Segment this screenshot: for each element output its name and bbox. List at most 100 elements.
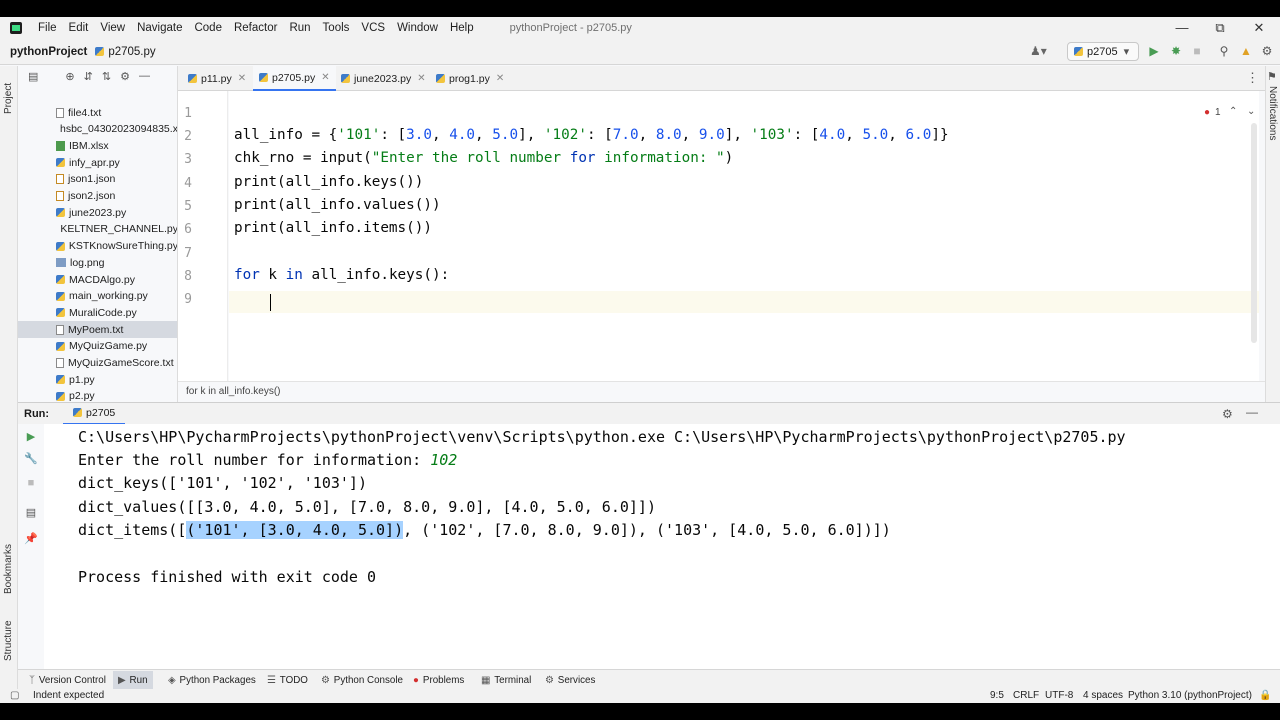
tool-services[interactable]: ⚙ Services: [540, 671, 600, 689]
menu-window[interactable]: Window: [391, 17, 444, 39]
search-icon[interactable]: ⚲: [1216, 43, 1232, 59]
tree-item[interactable]: MyQuizGameScore.txt: [18, 355, 177, 372]
tree-item[interactable]: log.png: [18, 254, 177, 271]
rerun-icon[interactable]: ▶: [24, 430, 38, 444]
collapse-all-icon[interactable]: ⇅: [102, 70, 111, 83]
menu-vcs[interactable]: VCS: [355, 17, 391, 39]
tree-item[interactable]: p2.py: [18, 388, 177, 402]
update-icon[interactable]: ▲: [1238, 43, 1254, 59]
file-encoding[interactable]: UTF-8: [1045, 689, 1073, 703]
tree-item[interactable]: IBM.xlsx: [18, 137, 177, 154]
tree-item[interactable]: MACDAlgo.py: [18, 271, 177, 288]
caret-position[interactable]: 9:5: [990, 689, 1004, 703]
stop-icon[interactable]: ■: [1189, 43, 1205, 59]
menu-file[interactable]: File: [32, 17, 63, 39]
tab-prog1[interactable]: prog1.py ✕: [430, 66, 510, 91]
menu-run[interactable]: Run: [283, 17, 316, 39]
tool-python-packages[interactable]: ◈ Python Packages: [163, 671, 261, 689]
branch-icon: ᛉ: [29, 674, 35, 686]
menu-navigate[interactable]: Navigate: [131, 17, 188, 39]
tree-item[interactable]: june2023.py: [18, 204, 177, 221]
layout-icon[interactable]: ▤: [24, 506, 38, 520]
menu-view[interactable]: View: [94, 17, 131, 39]
debug-icon[interactable]: ✸: [1168, 43, 1184, 59]
window-icon[interactable]: ▢: [10, 689, 19, 703]
wrench-icon[interactable]: 🔧: [24, 452, 38, 466]
editor-scrollbar[interactable]: [1251, 123, 1257, 343]
breadcrumb-file[interactable]: p2705.py: [95, 46, 156, 58]
tree-item[interactable]: file4.txt: [18, 104, 177, 121]
menu-help[interactable]: Help: [444, 17, 480, 39]
close-tab-icon[interactable]: ✕: [417, 73, 425, 84]
more-tabs-icon[interactable]: ⋮: [1246, 70, 1259, 86]
run-console[interactable]: C:\Users\HP\PycharmProjects\pythonProjec…: [44, 424, 1280, 674]
problems-count[interactable]: 1: [1215, 107, 1221, 118]
hide-panel-icon[interactable]: —: [1246, 405, 1258, 419]
minimize-icon[interactable]: —: [1163, 17, 1201, 39]
tab-p2705[interactable]: p2705.py ✕: [253, 66, 336, 91]
notifications-tool-tab[interactable]: Notifications: [1267, 86, 1278, 140]
tree-item[interactable]: main_working.py: [18, 288, 177, 305]
close-icon[interactable]: ✕: [1240, 17, 1278, 39]
tab-label: p2705.py: [272, 71, 316, 84]
tree-item[interactable]: MuraliCode.py: [18, 304, 177, 321]
menu-tools[interactable]: Tools: [317, 17, 356, 39]
run-tab-label: p2705: [86, 406, 116, 419]
hide-icon[interactable]: —: [139, 70, 150, 82]
error-icon[interactable]: ●: [1204, 107, 1210, 118]
structure-tool-tab[interactable]: Structure: [3, 620, 14, 661]
tree-item[interactable]: KSTKnowSureThing.py: [18, 238, 177, 255]
tool-terminal[interactable]: ▦ Terminal: [476, 671, 536, 689]
tree-item[interactable]: json2.json: [18, 188, 177, 205]
tool-run[interactable]: ▶ Run: [113, 671, 153, 689]
tree-item[interactable]: KELTNER_CHANNEL.py: [18, 221, 177, 238]
py-file-icon: [56, 308, 65, 318]
pin-icon[interactable]: 📌: [24, 532, 38, 546]
close-tab-icon[interactable]: ✕: [238, 73, 246, 84]
tree-item[interactable]: infy_apr.py: [18, 154, 177, 171]
run-icon[interactable]: ▶: [1146, 43, 1162, 59]
next-problem-icon[interactable]: ⌄: [1247, 106, 1255, 117]
tool-version-control[interactable]: ᛉ Version Control: [24, 671, 111, 689]
close-tab-icon[interactable]: ✕: [321, 72, 329, 83]
expand-all-icon[interactable]: ⇵: [84, 70, 93, 83]
run-configuration-select[interactable]: p2705 ▾: [1067, 42, 1139, 61]
tool-problems[interactable]: ● Problems: [408, 671, 469, 689]
indent-setting[interactable]: 4 spaces: [1083, 689, 1123, 703]
stop-run-icon[interactable]: ■: [24, 476, 38, 490]
locate-icon[interactable]: ⊕: [65, 70, 74, 83]
run-tab-p2705[interactable]: p2705: [63, 403, 126, 425]
tree-item[interactable]: json1.json: [18, 171, 177, 188]
tree-item[interactable]: MyQuizGame.py: [18, 338, 177, 355]
tree-item-label: main_working.py: [69, 290, 148, 303]
bookmarks-tool-tab[interactable]: Bookmarks: [3, 544, 14, 594]
tool-todo[interactable]: ☰ TODO: [262, 671, 313, 689]
tab-p11[interactable]: p11.py ✕: [182, 66, 252, 91]
menu-code[interactable]: Code: [188, 17, 228, 39]
previous-problem-icon[interactable]: ⌃: [1229, 106, 1237, 117]
restore-icon[interactable]: ⧉: [1201, 17, 1239, 39]
python-interpreter[interactable]: Python 3.10 (pythonProject): [1128, 689, 1252, 703]
menu-edit[interactable]: Edit: [63, 17, 95, 39]
line-number: 7: [184, 246, 192, 261]
tree-item[interactable]: hsbc_04302023094835.xl: [18, 121, 177, 138]
gear-icon[interactable]: ⚙: [120, 70, 130, 83]
tool-python-console[interactable]: ⚙ Python Console: [316, 671, 408, 689]
breadcrumb-project[interactable]: pythonProject: [10, 46, 87, 58]
menu-refactor[interactable]: Refactor: [228, 17, 283, 39]
project-view-icon[interactable]: ▤: [28, 70, 38, 83]
tree-item[interactable]: p1.py: [18, 371, 177, 388]
editor-breadcrumb[interactable]: for k in all_info.keys(): [178, 381, 1265, 402]
tab-june2023[interactable]: june2023.py ✕: [335, 66, 432, 91]
selected-text[interactable]: ('101', [3.0, 4.0, 5.0]): [186, 521, 404, 539]
lock-icon[interactable]: 🔒: [1259, 689, 1271, 703]
user-icon[interactable]: ♟▾: [1030, 43, 1047, 59]
bell-icon[interactable]: ⚑: [1267, 70, 1277, 83]
run-settings-gear-icon[interactable]: ⚙: [1222, 407, 1233, 421]
code-editor[interactable]: all_info = {'101': [3.0, 4.0, 5.0], '102…: [229, 91, 1259, 381]
line-separator[interactable]: CRLF: [1013, 689, 1039, 703]
project-tool-tab[interactable]: Project: [3, 83, 14, 114]
close-tab-icon[interactable]: ✕: [496, 73, 504, 84]
tree-item[interactable]: MyPoem.txt: [18, 321, 177, 339]
settings-gear-icon[interactable]: ⚙: [1259, 43, 1275, 59]
